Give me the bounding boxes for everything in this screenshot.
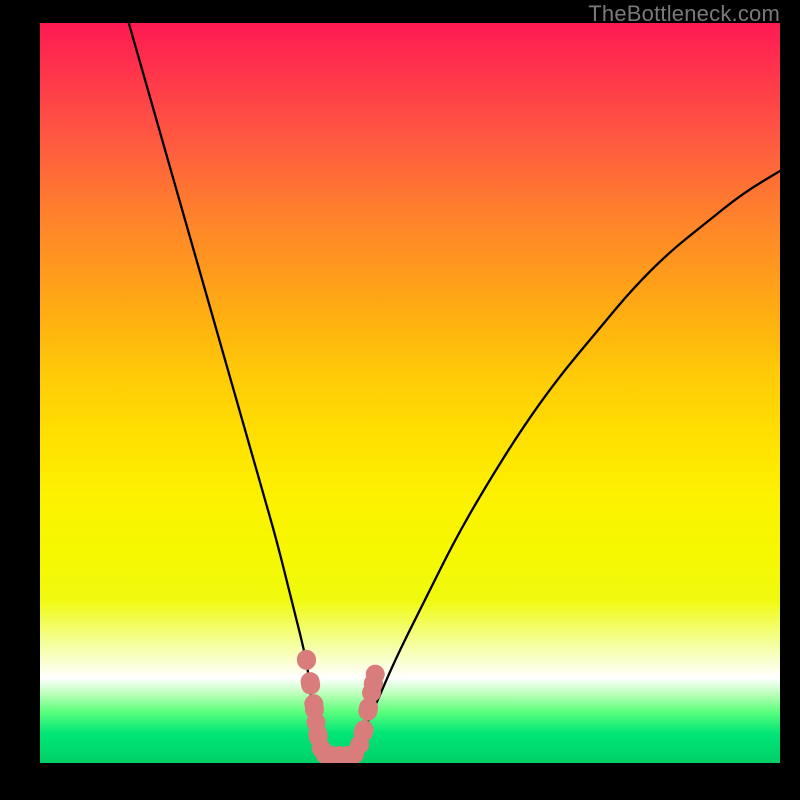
bottleneck-curve: [129, 23, 780, 763]
chart-container: TheBottleneck.com: [0, 0, 800, 800]
watermark-text: TheBottleneck.com: [588, 1, 780, 27]
optimal-range-highlight: [297, 650, 385, 763]
plot-area: [40, 23, 780, 763]
chart-svg: [40, 23, 780, 763]
